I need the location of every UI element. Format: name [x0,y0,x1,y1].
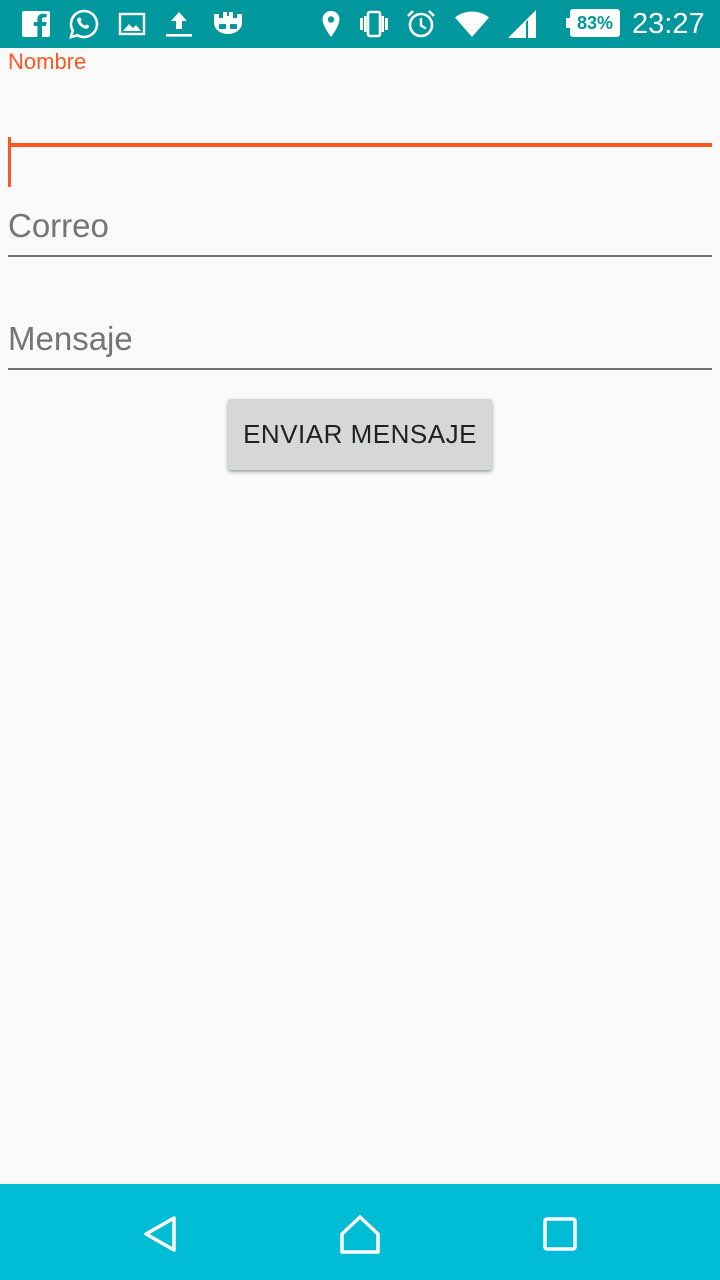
clock: 23:27 [632,8,705,40]
back-icon[interactable] [138,1212,182,1256]
nombre-underline [8,143,712,147]
status-bar: 83% 23:27 [0,0,720,48]
correo-input[interactable] [8,202,712,250]
upload-icon [163,8,195,40]
image-icon [116,8,148,40]
recents-icon[interactable] [538,1212,582,1256]
correo-field[interactable] [8,198,712,260]
mensaje-field[interactable] [8,311,712,373]
battery-level: 83% [570,9,620,37]
signal-icon [506,8,538,40]
mensaje-input[interactable] [8,315,712,363]
wifi-icon [454,8,490,40]
vibrate-icon [358,8,390,40]
navigation-bar [0,1184,720,1280]
battery-indicator: 83% [566,9,620,37]
home-icon[interactable] [338,1212,382,1256]
screen: 83% 23:27 Nombre ENVIAR MENSAJE [0,0,720,1280]
correo-underline [8,255,712,257]
location-icon [315,8,347,40]
alarm-icon [405,8,437,40]
nombre-field[interactable]: Nombre [8,48,712,188]
send-message-button[interactable]: ENVIAR MENSAJE [228,399,492,470]
castle-app-icon [212,8,244,40]
facebook-icon [20,8,52,40]
whatsapp-icon [68,8,100,40]
mensaje-underline [8,368,712,370]
nombre-label: Nombre [8,49,87,74]
